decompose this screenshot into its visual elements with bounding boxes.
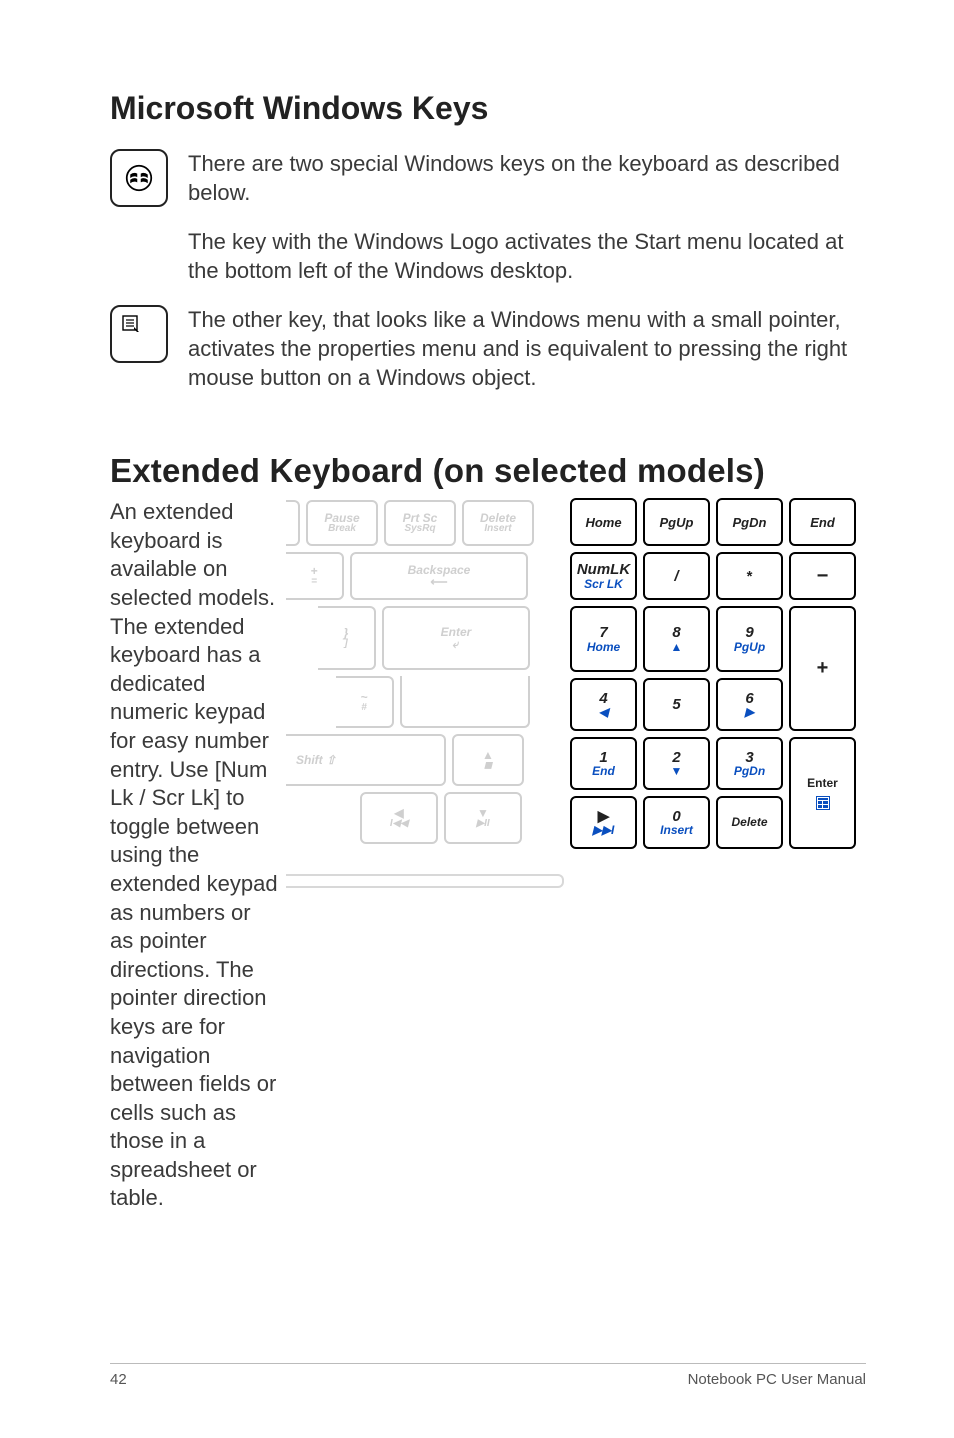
arrow-right-icon: ▶ — [598, 809, 610, 825]
ghost-left-key: ◀ I◀◀ — [360, 792, 438, 844]
key-slash: / — [643, 552, 710, 600]
heading-windows-keys: Microsoft Windows Keys — [110, 90, 866, 127]
label: NumLK — [577, 562, 630, 578]
play-pause-icon: ▶II — [476, 819, 489, 830]
ghost-pause-key: Pause Break — [306, 500, 378, 546]
label: ] — [344, 639, 347, 650]
stop-icon: ◼ — [484, 761, 492, 772]
label: 3 — [745, 750, 753, 766]
arrow-up-icon: ▲ — [671, 641, 683, 654]
ghost-plus-key: + = — [286, 552, 344, 600]
key-1: 1 End — [570, 737, 637, 790]
key-8: 8 ▲ — [643, 606, 710, 672]
heading-extended-keyboard: Extended Keyboard (on selected models) — [110, 452, 866, 490]
key-minus: − — [789, 552, 856, 600]
ghost-enter-lower — [400, 676, 530, 728]
key-delete: Delete — [716, 796, 783, 849]
ghost-keys-area: Pause Break Prt Sc SysRq Delete Insert — [286, 500, 564, 844]
label: SysRq — [404, 524, 435, 535]
page-number: 42 — [110, 1371, 127, 1388]
label: Home — [587, 641, 620, 654]
ghost-shift-key: Shift ⇧ — [286, 734, 446, 786]
label: = — [311, 577, 317, 588]
label: End — [592, 765, 615, 778]
label: 7 — [599, 625, 607, 641]
key-4: 4 ◀ — [570, 678, 637, 731]
arrow-down-icon: ▼ — [671, 765, 683, 778]
label: 1 — [599, 750, 607, 766]
para-extended-keyboard: An extended keyboard is available on sel… — [110, 498, 278, 1213]
numeric-keypad: Home PgUp PgDn End NumLK Scr LK / * − 7 — [570, 498, 866, 849]
label: PgDn — [734, 765, 765, 778]
calculator-icon — [816, 796, 830, 810]
ghost-enter-key: Enter ⤶ — [382, 606, 530, 670]
key-pgdn: PgDn — [716, 498, 783, 546]
key-0: 0 Insert — [643, 796, 710, 849]
key-6: 6 ▶ — [716, 678, 783, 731]
key-5: 5 — [643, 678, 710, 731]
label: Enter — [807, 777, 838, 790]
label: # — [361, 703, 367, 714]
label: Insert — [660, 824, 693, 837]
windows-logo-icon — [125, 164, 153, 192]
label: Shift ⇧ — [296, 753, 336, 767]
label: Scr LK — [584, 578, 623, 591]
key-numlk: NumLK Scr LK — [570, 552, 637, 600]
ghost-hash-key: ~ # — [336, 676, 394, 728]
key-3: 3 PgDn — [716, 737, 783, 790]
label: I◀◀ — [390, 819, 408, 830]
label: 0 — [672, 809, 680, 825]
context-menu-icon — [122, 315, 140, 333]
ghost-bracket-key: } ] — [318, 606, 376, 670]
ghost-down-key: ▼ ▶II — [444, 792, 522, 844]
label: Break — [328, 524, 356, 535]
key-home: Home — [570, 498, 637, 546]
para-two-special-keys: There are two special Windows keys on th… — [188, 149, 866, 207]
key-pgup: PgUp — [643, 498, 710, 546]
next-track-icon: ▶▶I — [593, 824, 615, 837]
label: 4 — [599, 691, 607, 707]
label: 9 — [745, 625, 753, 641]
ghost-delete-key: Delete Insert — [462, 500, 534, 546]
key-enter: Enter — [789, 737, 856, 849]
label: PgUp — [734, 641, 765, 654]
windows-logo-keycap — [110, 149, 168, 207]
key-end: End — [789, 498, 856, 546]
ghost-backspace-key: Backspace ⟵ — [350, 552, 528, 600]
label: Delete — [731, 816, 767, 829]
key-9: 9 PgUp — [716, 606, 783, 672]
para-menu-key: The other key, that looks like a Windows… — [188, 305, 866, 392]
label: 6 — [745, 691, 753, 707]
label: 8 — [672, 625, 680, 641]
key-7: 7 Home — [570, 606, 637, 672]
arrow-left-icon: ◀ — [599, 706, 608, 719]
ghost-prtsc-key: Prt Sc SysRq — [384, 500, 456, 546]
ghost-stub — [286, 500, 300, 546]
arrow-right-icon: ▶ — [745, 706, 754, 719]
key-star: * — [716, 552, 783, 600]
footer-title: Notebook PC User Manual — [688, 1371, 866, 1388]
para-windows-logo-key: The key with the Windows Logo activates … — [188, 227, 866, 285]
key-right-play: ▶ ▶▶I — [570, 796, 637, 849]
label: 2 — [672, 750, 680, 766]
key-plus: + — [789, 606, 856, 731]
key-2: 2 ▼ — [643, 737, 710, 790]
ghost-up-key: ▲ ◼ — [452, 734, 524, 786]
menu-keycap — [110, 305, 168, 363]
ghost-spacebar-rail — [286, 874, 564, 888]
label: Insert — [484, 524, 511, 535]
